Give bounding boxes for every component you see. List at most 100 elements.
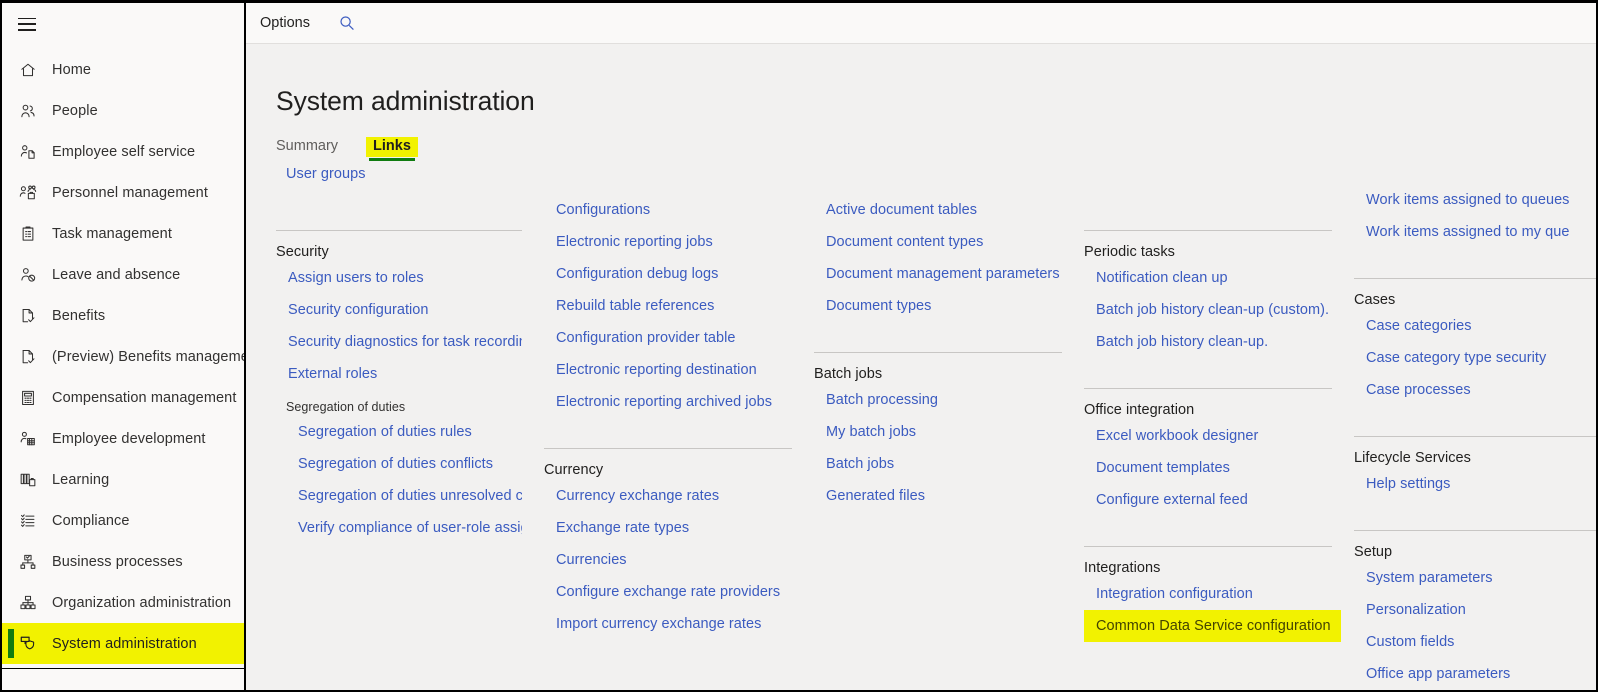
link-my-batch-jobs[interactable]: My batch jobs [814, 416, 1062, 448]
page-title: System administration [276, 86, 1596, 117]
link-segregation-of-duties-rules[interactable]: Segregation of duties rules [276, 416, 522, 448]
link-currency-exchange-rates[interactable]: Currency exchange rates [544, 480, 792, 512]
link-generated-files[interactable]: Generated files [814, 480, 1062, 512]
link-document-types[interactable]: Document types [814, 290, 1062, 322]
link-security-diagnostics-for-task-recordings[interactable]: Security diagnostics for task recordings [276, 326, 522, 358]
sidebar-item-employee-self-service[interactable]: Employee self service [2, 131, 244, 172]
link-batch-processing[interactable]: Batch processing [814, 384, 1062, 416]
sidebar-item-business-processes[interactable]: Business processes [2, 541, 244, 582]
link-system-parameters[interactable]: System parameters [1354, 562, 1596, 594]
sidebar-item-label: Task management [52, 226, 172, 242]
sidebar-item-organization-administration[interactable]: Organization administration [2, 582, 244, 623]
sidebar-item-learning[interactable]: Learning [2, 459, 244, 500]
link-batch-job-history-clean-up[interactable]: Batch job history clean-up. [1084, 326, 1332, 358]
link-case-categories[interactable]: Case categories [1354, 310, 1596, 342]
sidebar-item-label: Employee self service [52, 144, 195, 160]
link-batch-jobs[interactable]: Batch jobs [814, 448, 1062, 480]
group-spacer [814, 512, 1062, 542]
link-configuration-debug-logs[interactable]: Configuration debug logs [544, 258, 792, 290]
search-icon[interactable] [334, 10, 360, 36]
group-spacer [1084, 358, 1332, 388]
link-import-currency-exchange-rates[interactable]: Import currency exchange rates [544, 608, 792, 640]
group-title: Setup [1354, 531, 1596, 562]
link-group: CasesCase categoriesCase category type s… [1354, 278, 1596, 436]
link-batch-job-history-clean-up-custom[interactable]: Batch job history clean-up (custom). [1084, 294, 1332, 326]
sidebar-item-system-administration[interactable]: System administration [2, 623, 244, 664]
link-group: IntegrationsIntegration configurationCom… [1084, 546, 1332, 672]
shield-monitor-icon [16, 634, 40, 653]
group-spacer [814, 322, 1062, 352]
link-integration-configuration[interactable]: Integration configuration [1084, 578, 1332, 610]
link-group: SecurityAssign users to rolesSecurity co… [276, 230, 522, 574]
sidebar-item-list: HomePeople Employee self service Personnel… [2, 45, 244, 664]
link-configure-exchange-rate-providers[interactable]: Configure exchange rate providers [544, 576, 792, 608]
clipboard-icon [16, 225, 40, 243]
main-content: Options System administration Summary Lin… [246, 3, 1596, 690]
document-check-icon [16, 307, 40, 325]
navigation-sidebar: HomePeople Employee self service Personnel… [2, 3, 246, 690]
link-electronic-reporting-jobs[interactable]: Electronic reporting jobs [544, 226, 792, 258]
sidebar-item-benefits[interactable]: Benefits [2, 295, 244, 336]
sidebar-item-label: Leave and absence [52, 267, 180, 283]
link-assign-users-to-roles[interactable]: Assign users to roles [276, 262, 522, 294]
link-verify-compliance-of-user-role-assign[interactable]: Verify compliance of user-role assign… [276, 512, 522, 544]
sidebar-item-leave-and-absence[interactable]: Leave and absence [2, 254, 244, 295]
group-spacer [1084, 516, 1332, 546]
link-currencies[interactable]: Currencies [544, 544, 792, 576]
sidebar-item-compliance[interactable]: Compliance [2, 500, 244, 541]
link-group: Work items assigned to queuesWork items … [1354, 184, 1596, 278]
sidebar-item-compensation-management[interactable]: Compensation management [2, 377, 244, 418]
people-icon [16, 102, 40, 120]
tab-summary[interactable]: Summary [276, 138, 338, 157]
link-document-content-types[interactable]: Document content types [814, 226, 1062, 258]
tab-links[interactable]: Links [366, 137, 418, 157]
link-work-items-assigned-to-my-que[interactable]: Work items assigned to my que [1354, 216, 1596, 248]
link-configure-external-feed[interactable]: Configure external feed [1084, 484, 1332, 516]
home-icon [16, 61, 40, 79]
link-active-document-tables[interactable]: Active document tables [814, 194, 1062, 226]
sidebar-item-people[interactable]: People [2, 90, 244, 131]
link-electronic-reporting-destination[interactable]: Electronic reporting destination [544, 354, 792, 386]
link-configuration-provider-table[interactable]: Configuration provider table [544, 322, 792, 354]
sidebar-item-home[interactable]: Home [2, 49, 244, 90]
sidebar-item-label: Employee development [52, 431, 206, 447]
link-external-roles[interactable]: External roles [276, 358, 522, 390]
link-configurations[interactable]: Configurations [544, 194, 792, 226]
options-button[interactable]: Options [258, 11, 312, 35]
column-2: ConfigurationsElectronic reporting jobsC… [544, 184, 814, 690]
sidebar-item-employee-development[interactable]: Employee development [2, 418, 244, 459]
sidebar-item-label: Organization administration [52, 595, 231, 611]
link-personalization[interactable]: Personalization [1354, 594, 1596, 626]
link-electronic-reporting-archived-jobs[interactable]: Electronic reporting archived jobs [544, 386, 792, 418]
group-title: Currency [544, 449, 792, 480]
sidebar-item-task-management[interactable]: Task management [2, 213, 244, 254]
link-rebuild-table-references[interactable]: Rebuild table references [544, 290, 792, 322]
sidebar-item-personnel-management[interactable]: Personnel management [2, 172, 244, 213]
link-exchange-rate-types[interactable]: Exchange rate types [544, 512, 792, 544]
link-office-app-parameters[interactable]: Office app parameters [1354, 658, 1596, 690]
sidebar-item-label: (Preview) Benefits management [52, 349, 246, 365]
link-work-items-assigned-to-queues[interactable]: Work items assigned to queues [1354, 184, 1596, 216]
app-window: HomePeople Employee self service Personnel… [0, 0, 1598, 692]
books-icon [16, 471, 40, 489]
document-check-icon [16, 348, 40, 366]
link-document-templates[interactable]: Document templates [1084, 452, 1332, 484]
group-title: Cases [1354, 279, 1596, 310]
group-title: Office integration [1084, 389, 1332, 420]
link-security-configuration[interactable]: Security configuration [276, 294, 522, 326]
link-notification-clean-up[interactable]: Notification clean up [1084, 262, 1332, 294]
sidebar-item-preview-benefits-management[interactable]: (Preview) Benefits management [2, 336, 244, 377]
link-common-data-service-configuration[interactable]: Common Data Service configuration [1084, 610, 1341, 642]
command-bar: Options [246, 3, 1596, 44]
link-segregation-of-duties-unresolved-conf[interactable]: Segregation of duties unresolved conf… [276, 480, 522, 512]
link-document-management-parameters[interactable]: Document management parameters [814, 258, 1062, 290]
group-spacer [544, 640, 792, 670]
hamburger-menu-button[interactable] [2, 3, 244, 45]
link-case-category-type-security[interactable]: Case category type security [1354, 342, 1596, 374]
link-help-settings[interactable]: Help settings [1354, 468, 1596, 500]
link-case-processes[interactable]: Case processes [1354, 374, 1596, 406]
link-custom-fields[interactable]: Custom fields [1354, 626, 1596, 658]
group-title: Periodic tasks [1084, 231, 1332, 262]
link-excel-workbook-designer[interactable]: Excel workbook designer [1084, 420, 1332, 452]
link-segregation-of-duties-conflicts[interactable]: Segregation of duties conflicts [276, 448, 522, 480]
